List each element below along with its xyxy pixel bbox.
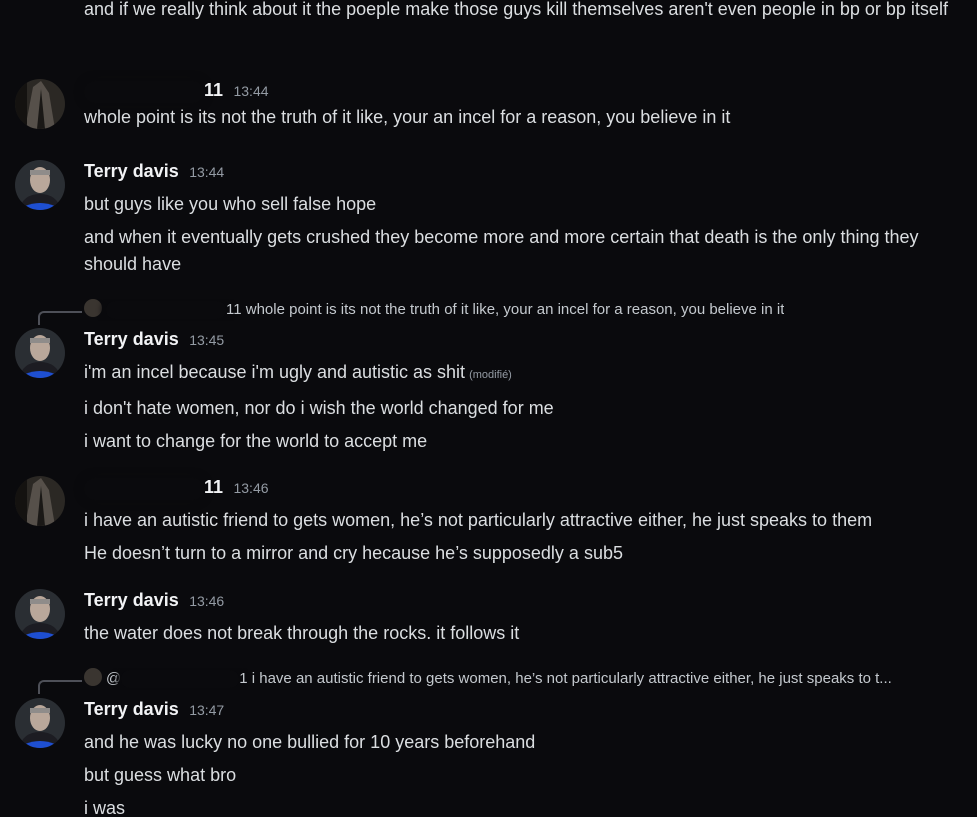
redacted-username: [121, 670, 240, 689]
timestamp[interactable]: 13:46: [233, 480, 268, 496]
reply-preview[interactable]: 11 whole point is its not the truth of i…: [38, 299, 784, 321]
message-header: 11 13:46: [84, 474, 949, 501]
reply-avatar: [84, 668, 102, 686]
chat-messages: and if we really think about it the poep…: [0, 0, 977, 817]
user-avatar[interactable]: [15, 160, 65, 210]
reply-text: i have an autistic friend to gets women,…: [251, 670, 892, 687]
message-text: whole point is its not the truth of it l…: [84, 107, 731, 127]
message-text: the water does not break through the roc…: [84, 623, 520, 643]
username[interactable]: 11: [204, 80, 223, 100]
user-avatar[interactable]: [15, 698, 65, 748]
message-text: i was: [84, 798, 126, 817]
message-text: and he was lucky no one bullied for 10 y…: [84, 732, 536, 752]
reply-preview[interactable]: @1 i have an autistic friend to gets wom…: [38, 668, 969, 690]
message-text: i'm an incel because i'm ugly and autist…: [84, 359, 949, 389]
message-header: Terry davis 13:47: [84, 696, 949, 723]
username[interactable]: Terry davis: [84, 161, 179, 181]
timestamp[interactable]: 13:45: [189, 332, 224, 348]
message-header: Terry davis 13:46: [84, 587, 949, 614]
message-header: Terry davis 13:45: [84, 326, 949, 353]
username[interactable]: Terry davis: [84, 699, 179, 719]
message-text: i have an autistic friend to gets women,…: [84, 510, 873, 530]
username[interactable]: 11: [204, 477, 223, 497]
username[interactable]: Terry davis: [84, 590, 179, 610]
redacted-username: [106, 301, 226, 320]
user-avatar[interactable]: [15, 79, 65, 129]
edited-label: (modifié): [469, 369, 512, 381]
redacted-username: [84, 80, 204, 103]
message-text: and if we really think about it the poep…: [84, 0, 948, 19]
redacted-username: [84, 477, 204, 500]
timestamp[interactable]: 13:44: [233, 83, 268, 99]
timestamp[interactable]: 13:47: [189, 702, 224, 718]
message-text: i want to change for the world to accept…: [84, 431, 428, 451]
message-text: He doesn’t turn to a mirror and cry heca…: [84, 543, 623, 563]
reply-username: 11: [226, 301, 242, 318]
message-text-content: i'm an incel because i'm ugly and autist…: [84, 362, 466, 382]
user-avatar[interactable]: [15, 476, 65, 526]
username[interactable]: Terry davis: [84, 329, 179, 349]
user-avatar[interactable]: [15, 589, 65, 639]
message-text: and when it eventually gets crushed they…: [84, 227, 919, 274]
message-header: Terry davis 13:44: [84, 158, 949, 185]
user-avatar[interactable]: [15, 328, 65, 378]
message-text: but guess what bro: [84, 765, 237, 785]
reply-username-prefix: @: [106, 670, 122, 687]
reply-avatar: [84, 299, 102, 317]
timestamp[interactable]: 13:46: [189, 593, 224, 609]
reply-text: whole point is its not the truth of it l…: [245, 301, 785, 318]
timestamp[interactable]: 13:44: [189, 164, 224, 180]
message-header: 11 13:44: [84, 77, 949, 104]
message-text: i don't hate women, nor do i wish the wo…: [84, 398, 554, 418]
message-text: but guys like you who sell false hope: [84, 194, 377, 214]
reply-username: 1: [239, 670, 248, 687]
